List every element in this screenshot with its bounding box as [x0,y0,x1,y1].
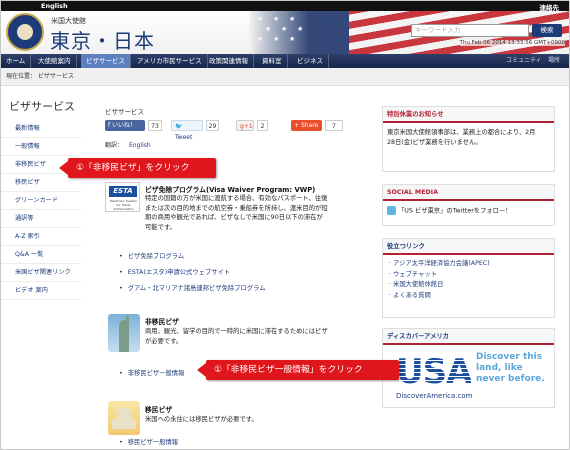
right-column: 特別休業のお知らせ 東京米国大使館領事部は、業務上の都合により、2月 28日(金… [382,106,556,408]
main-content: ビザサービス f いいね！ 73 🐦Tweet 29 g+1 2 + Share… [105,106,355,446]
callout-arrow-icon [197,363,206,377]
twitter-follow-text[interactable]: 「US ビザ東京」のTwitterをフォロー！ [398,208,512,215]
immigrant-general-link[interactable]: 移民ビザ一般情報 [119,437,178,446]
gplus-count: 2 [257,120,268,131]
social-buttons: f いいね！ 73 🐦Tweet 29 g+1 2 + Share 7 [105,120,355,141]
esta-logo-text: ESTA [109,186,137,197]
nav-item-home[interactable]: ホーム [1,54,32,68]
sidebar-item-latest[interactable]: 最新情報 [1,120,81,138]
immigrant-title: 移民ビザ [145,406,173,414]
share-count: 7 [325,120,343,131]
nonimmigrant-general-link[interactable]: 非移民ビザ一般情報 [119,368,185,377]
useful-links-box: 役立つリンク アジア太平洋経済協力会議(APEC) ウェブチャット 米国大使館休… [382,238,555,318]
discover-tagline: Discover this land, like never before. [476,352,545,384]
tweet-count: 29 [206,120,219,131]
share-button[interactable]: + Share [291,120,322,131]
breadcrumb-label: 現在位置： [6,73,37,80]
nav-item-about-embassy[interactable]: 大使館案内 [33,54,77,68]
community-link[interactable]: コミュニティ [506,54,542,68]
statue-of-liberty-image [108,314,140,352]
holidays-link[interactable]: 米国大使館休館日 [383,280,554,291]
facebook-like-button[interactable]: f いいね！ [105,120,145,131]
nav-item-visa-services[interactable]: ビザサービス [81,54,131,68]
usa-logo: USA [396,352,472,392]
breadcrumb-current[interactable]: ビザサービス [38,73,74,80]
main-nav: ホーム 大使館案内 ビザサービス アメリカ市民サービス 政策関連情報 資料室 ビ… [1,54,569,68]
search-input[interactable]: キーワード入力 [411,24,529,37]
site-header: 米国大使館 東京・日本 ★★★ ★★★ ★★★ キーワード入力 検索 Thu F… [1,11,569,54]
nonimmigrant-title: 非移民ビザ [145,318,179,326]
webchat-link[interactable]: ウェブチャット [383,270,554,281]
twitter-follow[interactable]: 「US ビザ東京」のTwitterをフォロー！ [383,201,554,221]
twitter-icon [387,206,396,215]
callout-click-nonimmigrant: ①「非移民ビザ」をクリック [59,158,216,178]
nav-item-business[interactable]: ビジネス [292,54,329,68]
embassy-seal-icon[interactable] [6,13,44,51]
capitol-image [108,401,140,435]
social-media-title: SOCIAL MEDIA [383,185,554,201]
translation-label: 翻訳： [105,142,124,149]
locations-link[interactable]: 場所 [548,54,560,68]
twitter-bird-icon: 🐦 [175,123,183,130]
esta-logo[interactable]: ESTA Electronic System for Travel Author… [105,182,140,212]
esta-link[interactable]: ESTA(エスタ)申請公式ウェブサイト [119,267,230,276]
discover-america-title: ディスカバーアメリカ [383,329,554,345]
useful-links-title: 役立つリンク [383,239,554,255]
vwp-link[interactable]: ビザ免除プログラム [119,251,184,260]
top-bar: English 連絡先 [1,1,569,12]
notice-body: 東京米国大使館領事部は、業務上の都合により、2月 28日(金)ビザ業務を行いませ… [387,129,536,146]
site-title[interactable]: 東京・日本 [50,25,155,54]
esta-logo-subtitle: Electronic System for Travel Authorizati… [110,199,137,211]
discover-america-banner[interactable]: USA Discover this land, like never befor… [396,348,556,406]
search-button[interactable]: 検索 [532,24,562,37]
left-sidebar: ビザサービス 最新情報 一般情報 非移民ビザ 移民ビザ グリーンカード 通訳等 … [1,98,81,300]
sidebar-item-video[interactable]: ビデオ 案内 [1,282,81,300]
translation-row: 翻訳： English [105,140,151,149]
sidebar-item-general[interactable]: 一般情報 [1,138,81,156]
nonimmigrant-description: 商用、観光、留学の目的で一時的に米国に滞在するためにはビザ が必要です。 [145,328,328,345]
immigrant-description: 米国への永住には移民ビザが必要です。 [145,416,258,423]
sidebar-item-qa[interactable]: Q&A 一覧 [1,246,81,264]
callout-arrow-icon [59,161,68,175]
nav-item-resources[interactable]: 資料室 [257,54,288,68]
sidebar-item-az-index[interactable]: A-Z 索引 [1,228,81,246]
breadcrumb: 現在位置： ビザサービス [1,68,569,86]
sidebar-item-interpreters[interactable]: 通訳等 [1,210,81,228]
faq-link[interactable]: よくある質問 [383,291,554,302]
guam-cnmi-link[interactable]: グアム・北マリアナ諸島連邦ビザ免除プログラム [119,283,266,292]
social-media-box: SOCIAL MEDIA 「US ビザ東京」のTwitterをフォロー！ [382,184,555,226]
sidebar-title: ビザサービス [9,100,75,113]
vwp-title: ビザ免除プログラム(Visa Waiver Program: VWP) [145,186,316,194]
current-datetime: Thu Feb 06 2014 13:33:56 GMT+0900 [459,40,565,46]
page-title: ビザサービス [105,108,144,116]
language-link[interactable]: English [41,2,68,10]
share-icon: + [294,122,301,129]
sidebar-item-green-card[interactable]: グリーンカード [1,192,81,210]
google-plus-button[interactable]: g+1 [236,120,254,131]
nav-item-us-citizen-services[interactable]: アメリカ市民サービス [132,54,208,68]
apec-link[interactable]: アジア太平洋経済協力会議(APEC) [383,259,554,270]
callout-click-nonimmigrant-general: ①「非移民ビザ一般情報」をクリック [197,360,399,380]
discover-url[interactable]: DiscoverAmerica.com [396,392,473,400]
browser-page: English 連絡先 米国大使館 東京・日本 ★★★ ★★★ ★★★ キーワー… [0,0,570,450]
tweet-button[interactable]: 🐦Tweet [171,120,203,141]
vwp-description: 特定の国籍の方が米国に渡航する場合、有効なパスポート、往復 または次の目的地まで… [145,195,328,231]
translation-link-english[interactable]: English [129,142,151,149]
sidebar-item-visa-links[interactable]: 米国ビザ関連リンク [1,264,81,282]
like-count: 73 [148,120,162,131]
nav-item-policy[interactable]: 政策関連情報 [204,54,254,68]
notice-title: 特別休業のお知らせ [383,107,554,123]
notice-box: 特別休業のお知らせ 東京米国大使館領事部は、業務上の都合により、2月 28日(金… [382,106,555,172]
